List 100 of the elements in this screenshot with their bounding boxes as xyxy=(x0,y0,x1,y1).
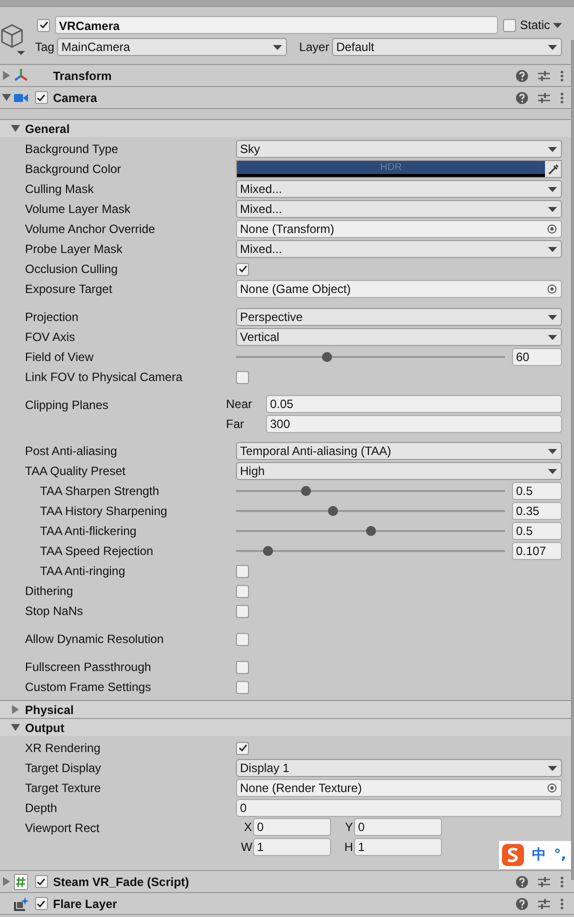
field-label: Target Display xyxy=(24,760,102,777)
slider-thumb[interactable] xyxy=(328,506,338,516)
number-field[interactable]: 60 xyxy=(512,348,562,366)
checkbox[interactable] xyxy=(236,742,249,754)
scrollbar[interactable] xyxy=(571,40,574,880)
field-label: Field of View xyxy=(24,349,94,366)
eyedropper-icon[interactable] xyxy=(545,161,561,177)
field-label: Post Anti-aliasing xyxy=(24,443,118,460)
slider-thumb[interactable] xyxy=(300,486,311,496)
slider-thumb[interactable] xyxy=(263,546,274,556)
enable-checkbox[interactable] xyxy=(34,875,48,888)
object-field[interactable]: None (Render Texture) xyxy=(236,779,562,797)
foldout-icon[interactable] xyxy=(2,71,11,80)
checkbox[interactable] xyxy=(236,584,249,598)
axis-label: X xyxy=(242,820,252,834)
number-field[interactable]: 0 xyxy=(253,818,331,836)
active-checkbox[interactable] xyxy=(37,18,50,32)
object-field[interactable]: None (Game Object) xyxy=(236,280,562,298)
section-header[interactable]: Physical xyxy=(0,700,574,718)
component-title: Transform xyxy=(53,68,113,82)
number-field[interactable]: 1 xyxy=(253,838,331,856)
field-label: Volume Anchor Override xyxy=(24,221,156,238)
field-label: Far xyxy=(226,417,245,431)
number-field[interactable]: 0.107 xyxy=(512,542,562,560)
enable-checkbox[interactable] xyxy=(34,897,48,910)
dropdown[interactable]: Mixed... xyxy=(236,200,562,218)
field-label: Occlusion Culling xyxy=(24,261,119,278)
presets-icon xyxy=(538,70,550,82)
number-field[interactable]: 0.05 xyxy=(266,395,562,413)
field-label: TAA Quality Preset xyxy=(24,463,126,480)
ime-toolbar[interactable]: 中 °, xyxy=(499,841,574,869)
layer-dropdown[interactable]: Default xyxy=(332,38,562,56)
component-title: Flare Layer xyxy=(53,896,118,910)
caret-icon xyxy=(553,22,562,28)
layer-label: Layer xyxy=(299,40,330,54)
checkbox[interactable] xyxy=(236,632,249,646)
presets-icon xyxy=(538,876,550,888)
field-label: Volume Layer Mask xyxy=(24,201,132,218)
caret-icon xyxy=(548,146,557,152)
dropdown[interactable]: Mixed... xyxy=(236,240,562,258)
flare-icon xyxy=(13,896,29,912)
dropdown[interactable]: Temporal Anti-aliasing (TAA) xyxy=(236,442,562,460)
section-header[interactable]: General xyxy=(0,119,574,137)
dropdown[interactable]: Mixed... xyxy=(236,180,562,198)
axis-label: H xyxy=(343,840,353,854)
number-field[interactable]: 0.35 xyxy=(512,502,562,520)
checkbox[interactable] xyxy=(236,370,249,384)
field-label: Allow Dynamic Resolution xyxy=(24,631,165,648)
dropdown[interactable]: Sky xyxy=(236,140,562,158)
number-field[interactable]: 0.5 xyxy=(512,522,562,540)
dropdown[interactable]: High xyxy=(236,462,562,480)
field-label: TAA Speed Rejection xyxy=(39,543,154,560)
checkbox[interactable] xyxy=(236,262,249,276)
foldout-icon[interactable] xyxy=(11,705,20,714)
field-label: TAA Anti-flickering xyxy=(39,523,138,540)
foldout-icon[interactable] xyxy=(2,877,11,886)
axis-label: W xyxy=(241,840,252,854)
foldout-icon[interactable] xyxy=(2,93,11,102)
name-field[interactable]: VRCamera xyxy=(55,16,498,34)
number-field[interactable]: 0 xyxy=(236,799,562,817)
field-label: Dithering xyxy=(24,583,74,600)
tag-dropdown[interactable]: MainCamera xyxy=(57,38,288,56)
more-icon xyxy=(560,876,564,888)
number-field[interactable]: 300 xyxy=(266,415,562,433)
dropdown[interactable]: Vertical xyxy=(236,328,562,346)
number-field[interactable]: 1 xyxy=(354,838,442,856)
field-label: Link FOV to Physical Camera xyxy=(24,369,184,386)
component-header[interactable]: Steam VR_Fade (Script) xyxy=(0,871,574,893)
field-label: Probe Layer Mask xyxy=(24,241,124,258)
input-mode[interactable]: 中 xyxy=(532,846,546,864)
more-icon xyxy=(560,70,564,82)
number-field[interactable]: 0 xyxy=(354,818,442,836)
presets-icon xyxy=(538,898,550,910)
checkbox[interactable] xyxy=(236,680,249,694)
section-header[interactable]: Output xyxy=(0,718,574,736)
number-field[interactable]: 0.5 xyxy=(512,482,562,500)
section-title: Physical xyxy=(25,702,74,716)
slider-thumb[interactable] xyxy=(322,352,332,362)
punctuation-mode[interactable]: °, xyxy=(554,847,566,863)
static-checkbox[interactable] xyxy=(502,18,516,32)
static-label: Static xyxy=(520,18,550,32)
dropdown[interactable]: Perspective xyxy=(236,308,562,326)
slider-thumb[interactable] xyxy=(366,526,376,536)
field-label: Exposure Target xyxy=(24,281,114,298)
field-label: Near xyxy=(226,397,254,411)
checkbox[interactable] xyxy=(236,660,249,674)
caret-icon xyxy=(548,314,557,320)
field-label: TAA History Sharpening xyxy=(39,503,168,520)
dropdown[interactable]: Display 1 xyxy=(236,759,562,777)
help-icon xyxy=(516,898,528,910)
section-title: General xyxy=(25,122,70,136)
object-field[interactable]: None (Transform) xyxy=(236,220,562,238)
field-label: Target Texture xyxy=(24,780,102,797)
help-icon xyxy=(516,70,528,82)
foldout-icon[interactable] xyxy=(11,723,20,732)
help-icon xyxy=(516,876,528,888)
checkbox[interactable] xyxy=(236,564,249,578)
enable-checkbox[interactable] xyxy=(34,91,48,104)
foldout-icon[interactable] xyxy=(11,124,20,133)
checkbox[interactable] xyxy=(236,604,249,618)
